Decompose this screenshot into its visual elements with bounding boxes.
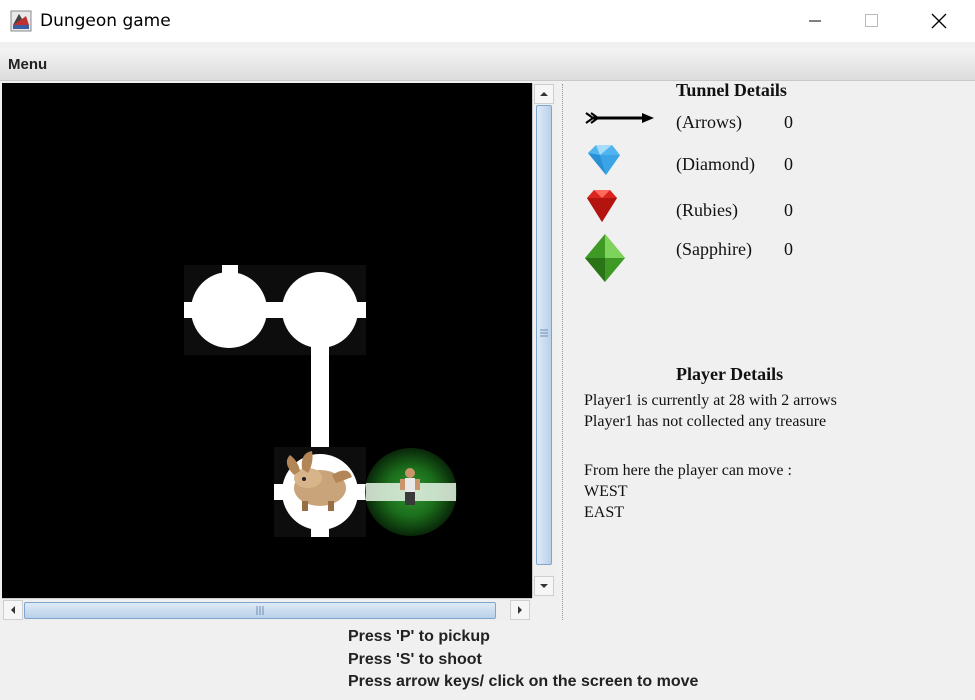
chevron-left-icon xyxy=(11,606,15,614)
split-divider[interactable] xyxy=(562,84,569,620)
diamond-icon xyxy=(588,145,620,175)
move-option: EAST xyxy=(584,504,624,521)
minimize-icon xyxy=(809,20,821,22)
cave-tile xyxy=(274,265,366,355)
title-bar: Dungeon game xyxy=(0,0,975,42)
player-treasure-text: Player1 has not collected any treasure xyxy=(584,413,827,430)
player-location-text: Player1 is currently at 28 with 2 arrows xyxy=(584,392,837,409)
vertical-scroll-thumb[interactable] xyxy=(536,105,552,565)
ruby-icon xyxy=(587,190,617,222)
rubies-label: (Rubies) xyxy=(676,200,738,220)
diamond-count: 0 xyxy=(784,154,793,174)
scroll-down-button[interactable] xyxy=(534,576,554,596)
horizontal-scrollbar[interactable] xyxy=(2,598,532,621)
scroll-up-button[interactable] xyxy=(534,84,554,104)
arrows-label: (Arrows) xyxy=(676,112,742,132)
move-option: WEST xyxy=(584,483,628,500)
cave-tile xyxy=(184,265,274,355)
chevron-up-icon xyxy=(540,92,548,96)
instruction-line: Press arrow keys/ click on the screen to… xyxy=(348,673,699,690)
menu-bar: Menu xyxy=(0,48,975,81)
window-title: Dungeon game xyxy=(40,11,171,31)
instruction-line: Press 'P' to pickup xyxy=(348,628,490,645)
instructions-panel: Press 'P' to pickup Press 'S' to shoot P… xyxy=(348,626,698,694)
diamond-label: (Diamond) xyxy=(676,154,755,174)
chevron-down-icon xyxy=(540,584,548,588)
sapphire-icon xyxy=(585,234,625,282)
sapphire-label: (Sapphire) xyxy=(676,239,752,259)
sapphire-count: 0 xyxy=(784,239,793,259)
dungeon-map[interactable] xyxy=(2,83,532,598)
menu-button[interactable]: Menu xyxy=(8,56,47,73)
maximize-icon xyxy=(865,14,878,27)
app-icon xyxy=(10,10,32,32)
scroll-right-button[interactable] xyxy=(510,600,530,620)
chevron-right-icon xyxy=(518,606,522,614)
grip-icon xyxy=(540,329,548,337)
arrow-icon xyxy=(585,112,654,124)
game-scroll-pane xyxy=(2,83,556,621)
grip-icon xyxy=(256,606,264,615)
scroll-left-button[interactable] xyxy=(3,600,23,620)
close-button[interactable] xyxy=(916,0,962,42)
maximize-button[interactable] xyxy=(848,0,894,42)
moves-heading: From here the player can move : xyxy=(584,462,792,479)
horizontal-scroll-thumb[interactable] xyxy=(24,602,496,619)
arrows-count: 0 xyxy=(784,112,793,132)
dungeon-canvas[interactable] xyxy=(2,83,532,598)
instruction-line: Press 'S' to shoot xyxy=(348,650,482,668)
minimize-button[interactable] xyxy=(792,0,838,42)
rubies-count: 0 xyxy=(784,200,793,220)
tunnel-details-title: Tunnel Details xyxy=(676,80,787,100)
vertical-scrollbar[interactable] xyxy=(532,83,556,598)
player-details-title: Player Details xyxy=(676,364,784,384)
info-panel: Tunnel Details (Arrows) 0 (Diamond) 0 (R… xyxy=(570,80,975,620)
close-icon xyxy=(931,13,947,29)
